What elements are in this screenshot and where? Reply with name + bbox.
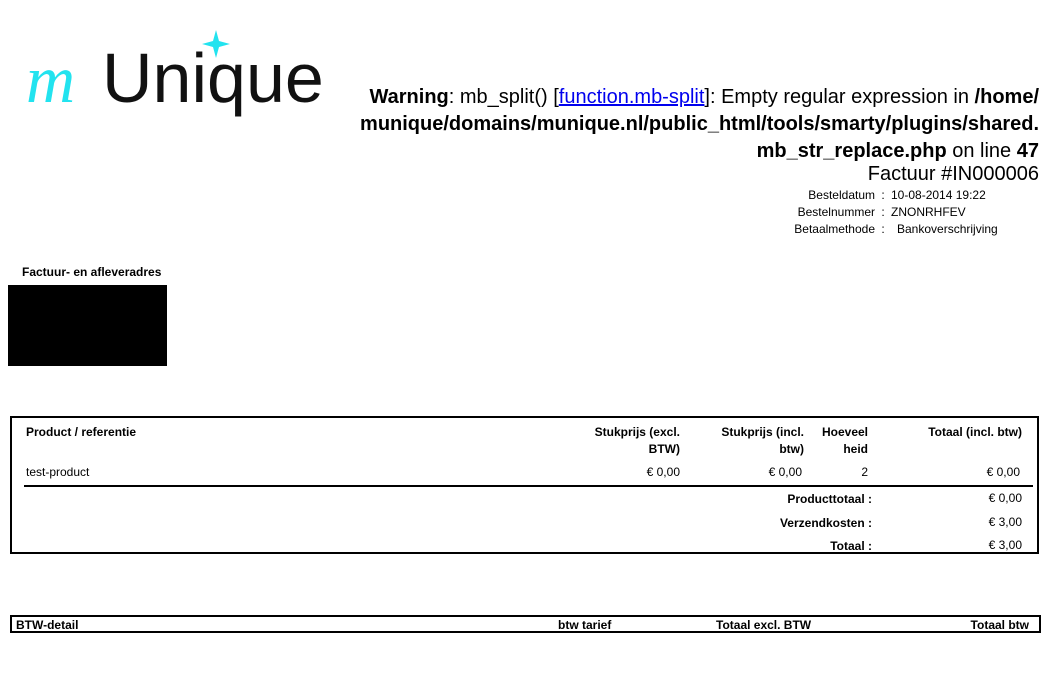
- meta-value: Bankoverschrijving: [897, 222, 998, 236]
- logo-prefix: m: [26, 41, 75, 117]
- munique-logo: m Unique: [26, 30, 366, 120]
- header-total: Totaal (incl. btw): [928, 425, 1022, 439]
- btw-header-detail: BTW-detail: [16, 618, 79, 632]
- meta-label: Betaalmethode: [794, 222, 875, 236]
- meta-row-order-date: Besteldatum : 10-08-2014 19:22: [740, 187, 998, 204]
- logo-name: Unique: [102, 39, 324, 117]
- meta-separator: :: [881, 205, 885, 219]
- row-unit-price-excl: € 0,00: [646, 465, 680, 479]
- meta-value: 10-08-2014 19:22: [891, 188, 986, 202]
- total-value: € 3,00: [988, 538, 1022, 552]
- header-product: Product / referentie: [26, 425, 137, 439]
- meta-label: Besteldatum: [808, 188, 875, 202]
- warning-text-3: on line: [946, 140, 1017, 162]
- function-link[interactable]: function.mb-split: [559, 86, 705, 108]
- table-divider: [24, 485, 1033, 487]
- shipping-label: Verzendkosten :: [779, 516, 872, 530]
- invoice-meta: Besteldatum : 10-08-2014 19:22 Bestelnum…: [740, 187, 998, 238]
- meta-row-payment-method: Betaalmethode : Bankoverschrijving: [740, 221, 998, 238]
- row-product: test-product: [26, 465, 90, 479]
- btw-header-rate: btw tarief: [558, 618, 612, 632]
- shipping-value: € 3,00: [988, 515, 1022, 529]
- invoice-title: Factuur #IN000006: [867, 163, 1039, 185]
- row-unit-price-incl: € 0,00: [768, 465, 802, 479]
- warning-label: Warning: [369, 86, 449, 108]
- meta-row-order-number: Bestelnummer : ZNONRHFEV: [740, 204, 998, 221]
- subtotal-label: Producttotaal :: [787, 492, 872, 506]
- row-total: € 0,00: [986, 465, 1020, 479]
- row-quantity: 2: [861, 465, 868, 479]
- btw-table: BTW-detail btw tarief Totaal excl. BTW T…: [10, 615, 1041, 633]
- order-table: Product / referentie Stukprijs (excl. BT…: [10, 416, 1039, 554]
- meta-separator: :: [881, 188, 885, 202]
- php-warning: Warning: mb_split() [function.mb-split]:…: [359, 84, 1039, 165]
- subtotal-value: € 0,00: [988, 491, 1022, 505]
- btw-header-total-btw: Totaal btw: [970, 618, 1029, 632]
- header-unit-price-excl: Stukprijs (excl. BTW): [594, 425, 680, 456]
- redacted-address: [8, 285, 167, 366]
- warning-line: 47: [1016, 140, 1039, 162]
- warning-text-1: : mb_split() [: [448, 86, 559, 108]
- meta-label: Bestelnummer: [797, 205, 875, 219]
- btw-header-total-excl: Totaal excl. BTW: [716, 618, 812, 632]
- header-quantity: Hoeveelheid: [821, 425, 868, 456]
- header-unit-price-incl: Stukprijs (incl. btw): [721, 425, 804, 456]
- total-label: Totaal :: [830, 539, 872, 553]
- meta-separator: :: [881, 222, 885, 236]
- warning-text-2: ]: Empty regular expression in: [704, 86, 975, 108]
- address-title: Factuur- en afleveradres: [22, 265, 162, 279]
- meta-value: ZNONRHFEV: [891, 205, 966, 219]
